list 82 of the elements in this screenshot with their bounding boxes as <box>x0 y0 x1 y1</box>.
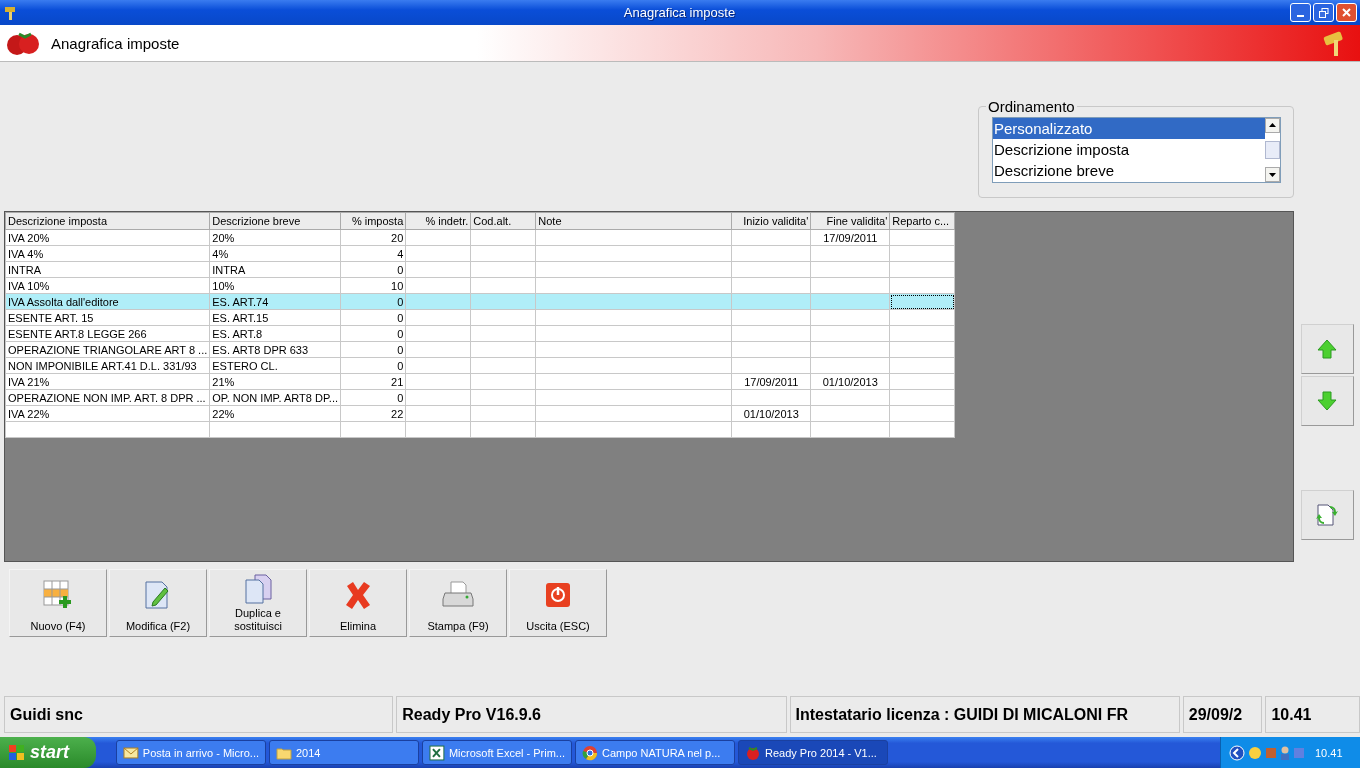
table-row[interactable]: IVA Assolta dall'editore ES. ART.74 0 <box>5 293 955 310</box>
status-field: Intestatario licenza : GUIDI DI MICALONI FR <box>789 696 1180 733</box>
table-cell: 20 <box>340 229 406 246</box>
table-row[interactable]: INTRA INTRA 0 <box>5 261 955 278</box>
table-cell: ES. ART8 DPR 633 <box>209 341 341 358</box>
table-cell: 10% <box>209 277 341 294</box>
taskbar-item[interactable]: 2014 <box>269 740 419 765</box>
table-row[interactable]: IVA 22% 22% 22 01/10/2013 <box>5 405 955 422</box>
taskbar-item[interactable]: Posta in arrivo - Micro... <box>116 740 266 765</box>
group-label: Ordinamento <box>987 98 1076 115</box>
taskbar-item[interactable]: Campo NATURA nel p... <box>575 740 735 765</box>
table-cell: 0 <box>340 309 406 326</box>
table-cell: 22% <box>209 405 341 422</box>
table-cell: 21 <box>340 373 406 390</box>
table-cell: INTRA <box>5 261 210 278</box>
table-cell: IVA 21% <box>5 373 210 390</box>
table-row[interactable]: ESENTE ART.8 LEGGE 266 ES. ART.8 0 <box>5 325 955 342</box>
column-header[interactable]: % indetr. <box>405 212 471 230</box>
table-cell: OPERAZIONE TRIANGOLARE ART 8 ... <box>5 341 210 358</box>
column-header[interactable]: Inizio validita' <box>731 212 811 230</box>
table-cell: IVA 22% <box>5 405 210 422</box>
table-row[interactable]: OPERAZIONE NON IMP. ART. 8 DPR ... OP. NON IMP. ART8 DP... 0 <box>5 389 955 406</box>
column-header[interactable]: Fine validita' <box>810 212 890 230</box>
table-cell: 0 <box>340 325 406 342</box>
column-header[interactable]: Cod.alt. <box>470 212 536 230</box>
clock: 10.41 <box>1315 746 1343 759</box>
table-row[interactable]: NON IMPONIBILE ART.41 D.L. 331/93 ESTERO CL. 0 <box>5 357 955 374</box>
list-item[interactable]: Descrizione imposta <box>993 139 1265 160</box>
action-button[interactable]: Uscita (ESC) <box>509 569 607 637</box>
taskbar-item[interactable]: Ready Pro 2014 - V1... <box>738 740 888 765</box>
column-header[interactable]: % imposta <box>340 212 406 230</box>
action-button[interactable]: Modifica (F2) <box>109 569 207 637</box>
table-cell: ESTERO CL. <box>209 357 341 374</box>
table-cell: 17/09/2011 <box>731 373 811 390</box>
table-row[interactable]: IVA 21% 21% 21 17/09/2011 01/10/2013 <box>5 373 955 390</box>
table-cell: ESENTE ART.8 LEGGE 266 <box>5 325 210 342</box>
table-cell: 21% <box>209 373 341 390</box>
column-header[interactable]: Descrizione imposta <box>5 212 210 230</box>
table-cell: INTRA <box>209 261 341 278</box>
table-cell: ES. ART.15 <box>209 309 341 326</box>
list-item[interactable]: Personalizzato <box>993 118 1265 139</box>
table-cell: IVA 20% <box>5 229 210 246</box>
table-row[interactable]: ESENTE ART. 15 ES. ART.15 0 <box>5 309 955 326</box>
table-cell: 10 <box>340 277 406 294</box>
status-field: Ready Pro V16.9.6 <box>396 696 787 733</box>
status-field: Guidi snc <box>4 696 394 733</box>
status-field: 29/09/2 <box>1182 696 1263 733</box>
table-row[interactable]: IVA 20% 20% 20 17/09/2011 <box>5 229 955 246</box>
table-cell: 4 <box>340 245 406 262</box>
table-cell: OP. NON IMP. ART8 DP... <box>209 389 341 406</box>
column-header[interactable]: Reparto c... <box>889 212 955 230</box>
table-cell: NON IMPONIBILE ART.41 D.L. 331/93 <box>5 357 210 374</box>
list-item[interactable]: Descrizione breve <box>993 160 1265 181</box>
table-cell: 17/09/2011 <box>810 229 890 246</box>
table-row[interactable]: IVA 4% 4% 4 <box>5 245 955 262</box>
table-cell: ESENTE ART. 15 <box>5 309 210 326</box>
window-title: Anagrafica imposte <box>622 5 737 20</box>
table-cell: IVA 4% <box>5 245 210 262</box>
table-cell: 01/10/2013 <box>731 405 811 422</box>
action-button[interactable]: Stampa (F9) <box>409 569 507 637</box>
action-button[interactable]: Nuovo (F4) <box>9 569 107 637</box>
action-button[interactable]: Duplica e sostituisci <box>209 569 307 637</box>
table-row[interactable]: OPERAZIONE TRIANGOLARE ART 8 ... ES. ART8 DPR 633 0 <box>5 341 955 358</box>
table-cell: 01/10/2013 <box>810 373 890 390</box>
table-cell: 20% <box>209 229 341 246</box>
table-cell: 4% <box>209 245 341 262</box>
table-cell: ES. ART.8 <box>209 325 341 342</box>
table-cell: IVA 10% <box>5 277 210 294</box>
sorting-listbox[interactable]: Personalizzato Descrizione imposta Descrizione breve <box>992 117 1281 183</box>
table-cell: 0 <box>340 357 406 374</box>
table-row[interactable]: IVA 10% 10% 10 <box>5 277 955 294</box>
page-title: Anagrafica imposte <box>51 34 180 52</box>
table-cell: OPERAZIONE NON IMP. ART. 8 DPR ... <box>5 389 210 406</box>
taskbar-item[interactable]: Microsoft Excel - Prim... <box>422 740 572 765</box>
column-header[interactable]: Note <box>535 212 732 230</box>
table-cell: 0 <box>340 389 406 406</box>
action-button[interactable]: Elimina <box>309 569 407 637</box>
status-field: 10.41 <box>1265 696 1360 733</box>
table-cell: 0 <box>340 341 406 358</box>
column-header[interactable]: Descrizione breve <box>209 212 341 230</box>
table-cell: 22 <box>340 405 406 422</box>
table-cell: 0 <box>340 261 406 278</box>
